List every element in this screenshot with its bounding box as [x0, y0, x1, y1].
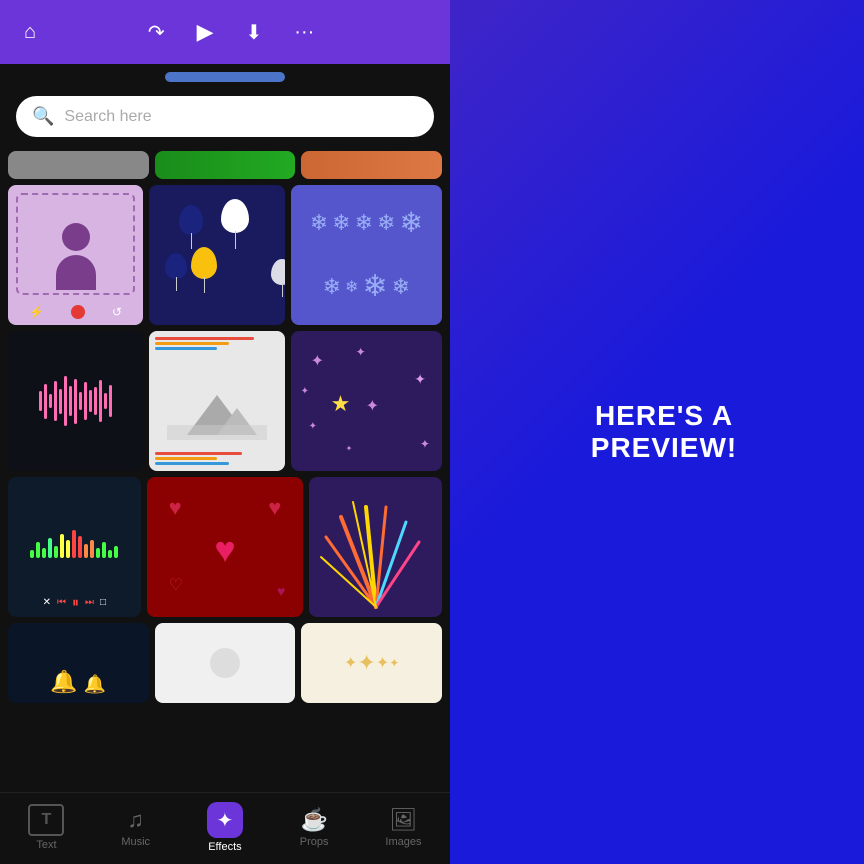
bell-1: 🔔: [50, 669, 77, 695]
sparkle-1: ✦: [344, 653, 357, 673]
light-circle: [210, 648, 240, 678]
nav-item-props[interactable]: ☕ Props: [300, 807, 329, 848]
landscape-lines: [149, 337, 284, 352]
text-nav-icon: T: [28, 804, 64, 836]
grid-cell-balloons[interactable]: [149, 185, 284, 325]
grid-cell-light[interactable]: [155, 623, 296, 703]
grid-row-1: ⚡ ↺: [8, 185, 442, 325]
grid-cell-partial-1[interactable]: [8, 151, 149, 179]
nav-item-text[interactable]: T Text: [28, 804, 64, 851]
star-2: ✦: [356, 345, 366, 359]
snowflake-2: ❄: [332, 210, 350, 236]
grid-cell-stars[interactable]: ✦ ✦ ✦ ✦ ★ ✦ ✦ ✦ ✦: [291, 331, 442, 471]
bell-2: 🔔: [84, 674, 106, 695]
phone-container: ⌂ ↷ ▶ ⬇ ··· 🔍 Search here: [0, 0, 450, 864]
partial-row: [8, 151, 442, 179]
snowflake-9: ❄: [392, 274, 410, 300]
grid-row-3: ✕ ⏮ ⏸ ⏭ □ ♥ ♥ ♥ ♡ ♥: [8, 477, 442, 617]
grid-cell-dark-bells[interactable]: 🔔 🔔: [8, 623, 149, 703]
cell-controls: ⚡ ↺: [8, 305, 143, 319]
sparkle-3: ✦: [376, 653, 389, 673]
snowflake-3: ❄: [355, 210, 373, 236]
star-yellow: ★: [331, 391, 351, 417]
grid-row-2: ✦ ✦ ✦ ✦ ★ ✦ ✦ ✦ ✦: [8, 331, 442, 471]
grid-row-4: 🔔 🔔 ✦ ✦ ✦ ✦: [8, 623, 442, 703]
grid-cell-hearts[interactable]: ♥ ♥ ♥ ♡ ♥: [147, 477, 304, 617]
snowflake-7: ❄: [345, 277, 358, 297]
notch-bar: [165, 72, 285, 82]
grid-cell-sparkles[interactable]: ✦ ✦ ✦ ✦: [301, 623, 442, 703]
music-bars: [30, 530, 118, 558]
bottom-lines: [155, 452, 278, 465]
download-icon[interactable]: ⬇: [246, 20, 263, 45]
heart-2: ♥: [268, 495, 281, 521]
refresh-icon: ↺: [112, 305, 122, 319]
redo-icon[interactable]: ↷: [148, 20, 165, 45]
preview-text: HERE'S A PREVIEW!: [524, 400, 804, 464]
notch-area: [0, 64, 450, 86]
grid-cell-snowflakes[interactable]: ❄ ❄ ❄ ❄ ❄ ❄ ❄ ❄ ❄: [291, 185, 442, 325]
nav-label-props: Props: [300, 836, 329, 848]
star-8: ✦: [346, 444, 353, 453]
props-nav-icon: ☕: [300, 807, 327, 833]
mountain-svg: [167, 380, 267, 440]
nav-label-effects: Effects: [208, 841, 241, 853]
music-nav-icon: ♫: [127, 807, 144, 833]
grid-cell-landscape[interactable]: [149, 331, 284, 471]
grid-cell-partial-2[interactable]: [155, 151, 296, 179]
images-nav-icon: 🖼: [389, 807, 417, 833]
search-bar[interactable]: 🔍 Search here: [16, 96, 434, 137]
pause-icon: ⏸: [72, 594, 79, 611]
grid-cell-fireworks[interactable]: [309, 477, 442, 617]
home-icon[interactable]: ⌂: [24, 21, 36, 44]
heart-5: ♥: [277, 583, 285, 599]
star-5: ✦: [366, 396, 379, 416]
search-placeholder: Search here: [64, 108, 151, 126]
toolbar: ⌂ ↷ ▶ ⬇ ···: [0, 0, 450, 64]
effects-nav-icon-box: ✦: [207, 802, 243, 838]
vol-icon: □: [100, 597, 106, 608]
nav-item-music[interactable]: ♫ Music: [121, 807, 150, 848]
sparkle-2: ✦: [357, 650, 375, 676]
heart-4: ♡: [169, 575, 183, 595]
more-icon[interactable]: ···: [294, 21, 314, 44]
sparkle-4: ✦: [389, 656, 399, 670]
grid-cell-soundwave[interactable]: [8, 331, 143, 471]
star-1: ✦: [311, 351, 324, 371]
effects-nav-icon: ✦: [217, 808, 234, 833]
search-container: 🔍 Search here: [0, 86, 450, 147]
bottom-nav: T Text ♫ Music ✦ Effects ☕ Props 🖼 Image…: [0, 792, 450, 864]
effects-grid: ⚡ ↺: [0, 147, 450, 792]
nav-item-effects[interactable]: ✦ Effects: [207, 802, 243, 853]
grid-cell-purple-person[interactable]: ⚡ ↺: [8, 185, 143, 325]
star-4: ✦: [414, 371, 426, 388]
search-icon: 🔍: [32, 106, 54, 127]
heart-3: ♥: [214, 529, 235, 571]
record-dot: [71, 305, 85, 319]
soundwave-bars: [39, 376, 112, 426]
nav-item-images[interactable]: 🖼 Images: [385, 807, 421, 848]
star-7: ✦: [420, 437, 430, 451]
heart-1: ♥: [169, 495, 182, 521]
prev-icon: ⏮: [57, 597, 66, 608]
player-controls: ✕ ⏮ ⏸ ⏭ □: [43, 594, 106, 611]
snowflake-8: ❄: [362, 269, 387, 304]
snowflake-5: ❄: [399, 206, 422, 239]
snowflake-4: ❄: [377, 210, 395, 236]
star-6: ✦: [309, 421, 317, 432]
snowflake-1: ❄: [310, 210, 328, 236]
grid-cell-partial-3[interactable]: [301, 151, 442, 179]
fireworks-svg: [311, 477, 441, 617]
lightning-icon: ⚡: [29, 305, 44, 319]
nav-label-text: Text: [36, 839, 56, 851]
next-icon: ⏭: [85, 597, 94, 608]
x-icon: ✕: [43, 597, 51, 608]
snowflake-6: ❄: [323, 274, 341, 300]
grid-cell-music-player[interactable]: ✕ ⏮ ⏸ ⏭ □: [8, 477, 141, 617]
nav-label-images: Images: [385, 836, 421, 848]
nav-label-music: Music: [121, 836, 150, 848]
star-3: ✦: [301, 386, 309, 397]
play-icon[interactable]: ▶: [197, 19, 214, 45]
